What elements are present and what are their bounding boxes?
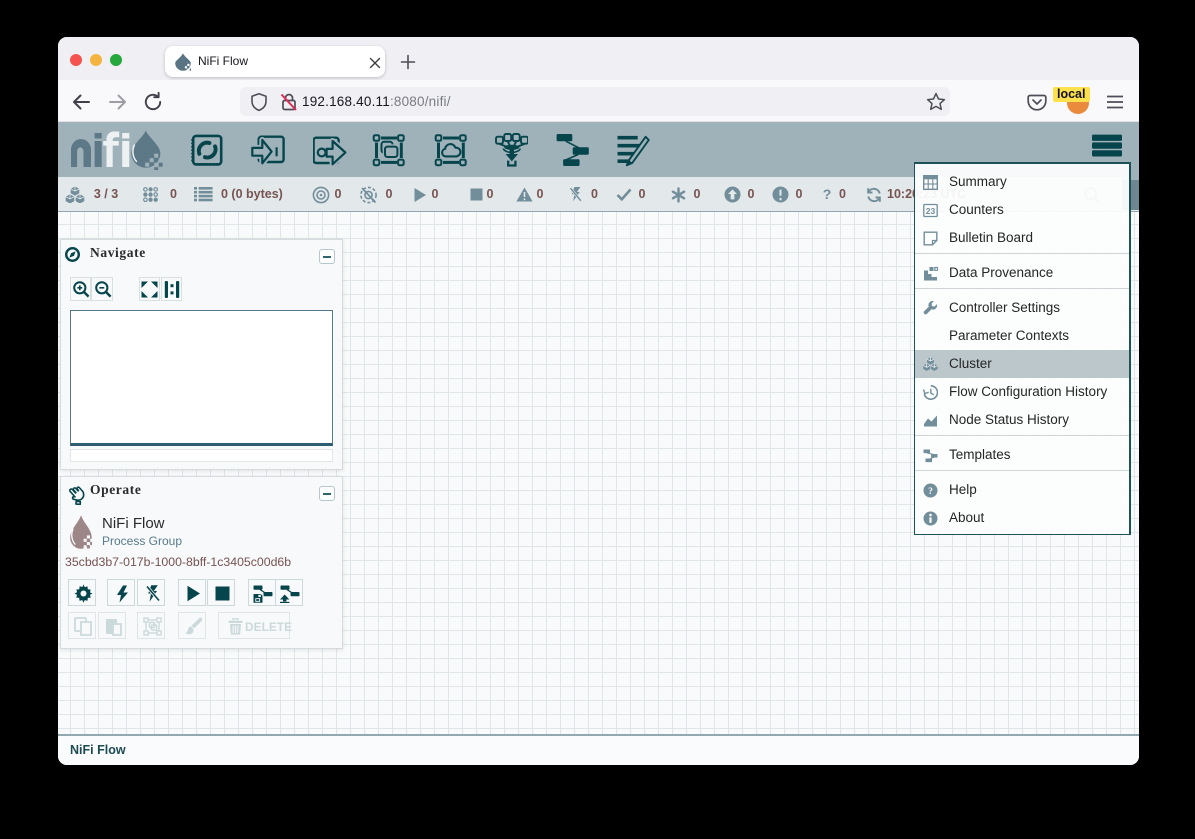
svg-text:23: 23 bbox=[926, 205, 936, 215]
svg-text:?: ? bbox=[928, 487, 933, 497]
